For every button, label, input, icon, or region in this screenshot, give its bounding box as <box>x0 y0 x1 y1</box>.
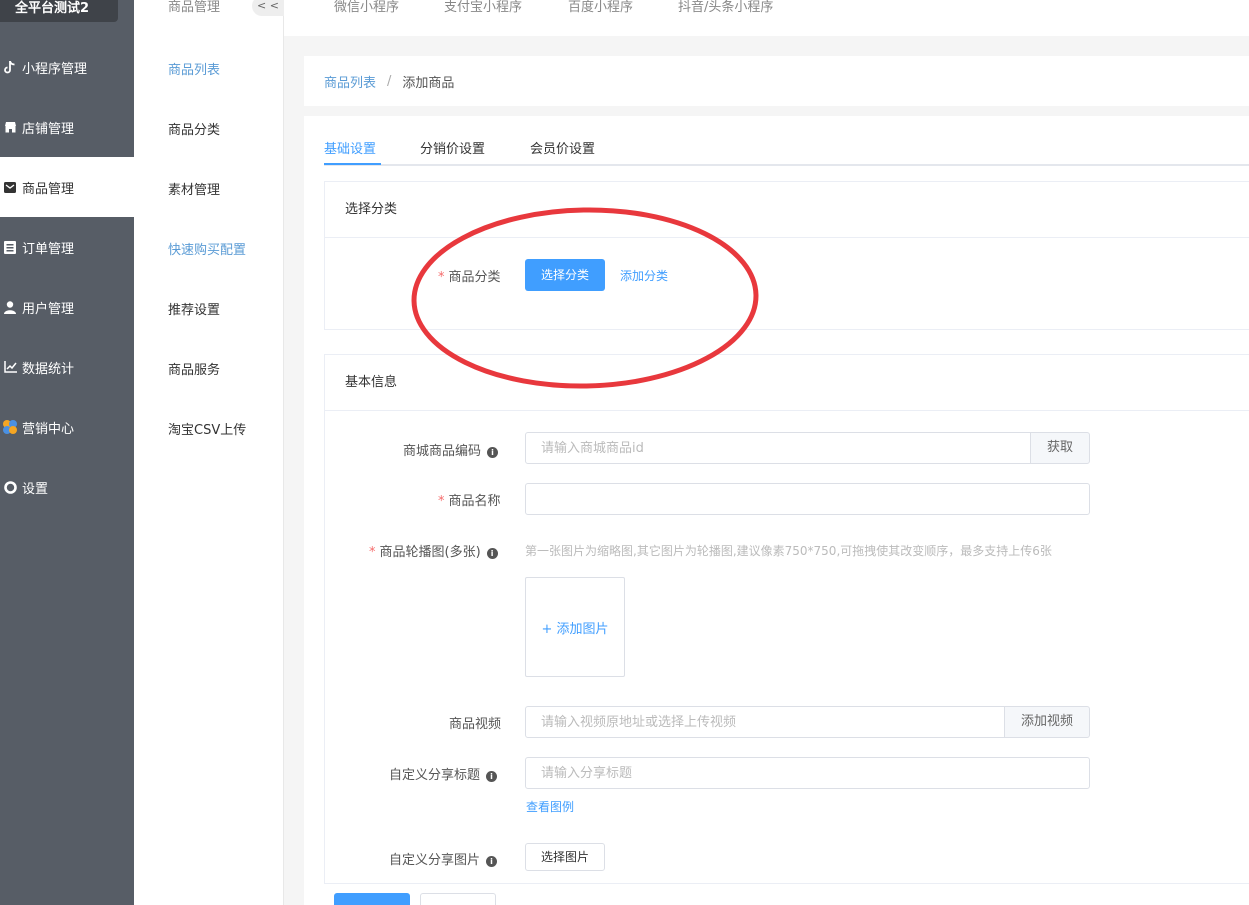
store-icon <box>2 119 18 135</box>
submenu-item-services[interactable]: 商品服务 <box>168 359 220 378</box>
sidebar-item-label: 数据统计 <box>22 361 75 377</box>
product-submenu: 商品管理 < < 商品列表 商品分类 素材管理 快速购买配置 推荐设置 商品服务… <box>134 0 284 905</box>
video-label: 商品视频 <box>449 717 502 732</box>
list-icon <box>2 239 18 255</box>
sidebar-item-miniprogram[interactable]: 小程序管理 <box>0 37 134 97</box>
mail-icon <box>2 179 18 195</box>
tiktok-icon <box>2 59 18 75</box>
main-sidebar: 全平台测试2 小程序管理 店铺管理 商品管理 订单管理 用户管理 数据统计 营销… <box>0 0 134 905</box>
sidebar-item-statistics[interactable]: 数据统计 <box>0 337 134 397</box>
tab-baidu[interactable]: 百度小程序 <box>568 0 633 15</box>
sidebar-item-label: 用户管理 <box>22 301 75 317</box>
tab-basic-settings[interactable]: 基础设置 <box>324 138 376 157</box>
select-image-button[interactable]: 选择图片 <box>525 843 605 871</box>
cancel-button[interactable] <box>420 893 496 905</box>
breadcrumb-separator: / <box>387 73 392 89</box>
product-name-label: * 商品名称 <box>438 494 501 509</box>
view-example-link[interactable]: 查看图例 <box>526 798 574 815</box>
tab-distribution-price[interactable]: 分销价设置 <box>420 138 485 157</box>
share-title-input[interactable] <box>525 757 1090 789</box>
tab-wechat[interactable]: 微信小程序 <box>334 0 399 15</box>
sidebar-item-settings[interactable]: 设置 <box>0 457 134 517</box>
submenu-item-quick-buy[interactable]: 快速购买配置 <box>168 239 246 258</box>
basic-info-card-title: 基本信息 <box>325 355 1249 411</box>
category-label: * 商品分类 <box>438 270 501 285</box>
user-icon <box>2 299 18 315</box>
main-panel: 基础设置 分销价设置 会员价设置 选择分类 * 商品分类 选择分类 添加分类 基本… <box>304 116 1249 905</box>
sidebar-item-label: 营销中心 <box>22 421 75 437</box>
breadcrumb-current: 添加商品 <box>402 75 455 91</box>
sidebar-item-label: 订单管理 <box>22 241 75 257</box>
marketing-icon <box>2 419 18 435</box>
submenu-item-recommend[interactable]: 推荐设置 <box>168 299 220 318</box>
add-video-button[interactable]: 添加视频 <box>1004 706 1090 738</box>
info-icon: i <box>487 447 499 458</box>
submenu-item-category[interactable]: 商品分类 <box>168 119 220 138</box>
tab-member-price[interactable]: 会员价设置 <box>530 138 595 157</box>
tab-alipay[interactable]: 支付宝小程序 <box>444 0 522 15</box>
select-category-button[interactable]: 选择分类 <box>525 259 605 291</box>
tab-douyin[interactable]: 抖音/头条小程序 <box>678 0 773 15</box>
sidebar-item-users[interactable]: 用户管理 <box>0 277 134 337</box>
info-icon: i <box>486 548 498 559</box>
add-category-link[interactable]: 添加分类 <box>620 267 668 284</box>
add-image-button[interactable]: + 添加图片 <box>525 577 625 677</box>
collapse-button[interactable]: < < <box>252 0 284 16</box>
sidebar-item-marketing[interactable]: 营销中心 <box>0 397 134 457</box>
info-icon: i <box>486 771 498 782</box>
share-title-label: 自定义分享标题 i <box>389 764 498 783</box>
sidebar-item-store[interactable]: 店铺管理 <box>0 97 134 157</box>
fetch-button[interactable]: 获取 <box>1030 432 1090 464</box>
carousel-label: * 商品轮播图(多张) i <box>369 541 498 560</box>
submenu-title: 商品管理 <box>168 0 221 15</box>
sidebar-item-label: 设置 <box>22 481 49 497</box>
active-tab-indicator <box>324 163 381 165</box>
sidebar-item-orders[interactable]: 订单管理 <box>0 217 134 277</box>
settings-tabs: 基础设置 分销价设置 会员价设置 <box>324 116 1249 166</box>
product-code-label: 商城商品编码 i <box>403 440 499 459</box>
sidebar-item-label: 店铺管理 <box>22 121 75 137</box>
product-code-input[interactable] <box>525 432 1031 464</box>
chart-line-icon <box>2 359 18 375</box>
info-icon: i <box>486 856 498 867</box>
submenu-item-taobao-csv[interactable]: 淘宝CSV上传 <box>168 419 246 438</box>
breadcrumb-parent[interactable]: 商品列表 <box>324 72 376 91</box>
submit-button[interactable] <box>334 893 410 905</box>
breadcrumb: 商品列表 / 添加商品 <box>304 56 1249 106</box>
video-input[interactable] <box>525 706 1005 738</box>
brand-title: 全平台测试2 <box>0 0 118 22</box>
submenu-item-materials[interactable]: 素材管理 <box>168 179 220 198</box>
sidebar-item-products[interactable]: 商品管理 <box>0 157 134 217</box>
gear-icon <box>2 479 18 495</box>
category-card: 选择分类 <box>324 181 1249 330</box>
platform-tabs: 微信小程序 支付宝小程序 百度小程序 抖音/头条小程序 <box>284 0 1249 36</box>
share-image-label: 自定义分享图片 i <box>389 849 498 868</box>
category-card-title: 选择分类 <box>325 182 1249 238</box>
carousel-hint: 第一张图片为缩略图,其它图片为轮播图,建议像素750*750,可拖拽使其改变顺序… <box>525 544 1052 558</box>
sidebar-item-label: 商品管理 <box>22 181 75 197</box>
sidebar-item-label: 小程序管理 <box>22 61 88 77</box>
submenu-item-product-list[interactable]: 商品列表 <box>168 59 220 78</box>
product-name-input[interactable] <box>525 483 1090 515</box>
